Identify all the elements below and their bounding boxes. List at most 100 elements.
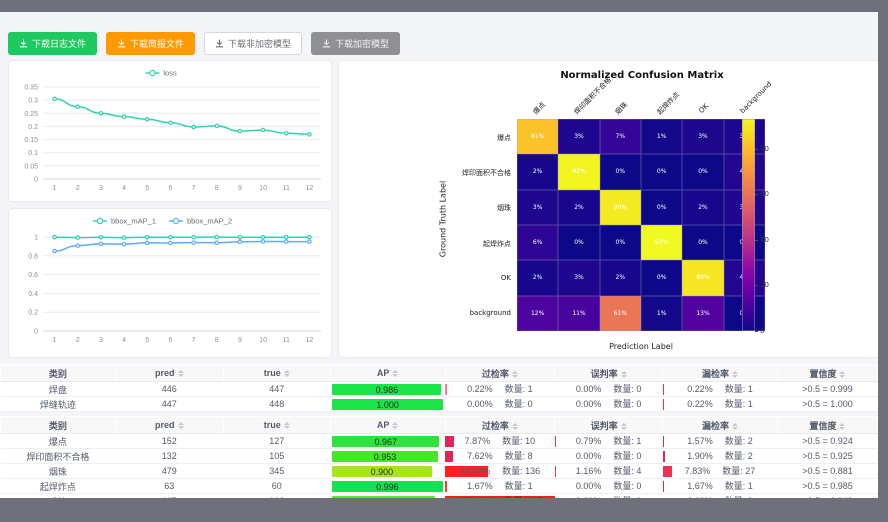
svg-text:12: 12 — [306, 185, 314, 192]
sort-icon[interactable] — [621, 423, 627, 430]
sort-icon[interactable] — [178, 370, 184, 377]
cell-overdetect-rate: 0.22%数量: 1 — [445, 382, 555, 397]
colorbar-tick — [755, 240, 758, 241]
ap-bar: 1.000 — [332, 399, 443, 410]
sort-icon[interactable] — [284, 370, 290, 377]
download-encrypted-model-button[interactable]: 下载加密模型 — [311, 32, 400, 55]
column-label: 漏检率 — [702, 421, 729, 431]
rate-count: 数量: 1 — [725, 397, 753, 411]
sort-icon[interactable] — [512, 371, 518, 378]
cell-misjudge-rate: 0.00%数量: 0 — [555, 479, 663, 494]
column-header-mis[interactable]: 误判率 — [555, 365, 663, 382]
rate-percent: 0.79% — [576, 434, 602, 448]
column-header-conf[interactable]: 置信度 — [777, 417, 877, 434]
cell-class: 起焊炸点 — [1, 479, 116, 494]
rate-count: 数量: 136 — [502, 464, 540, 478]
matrix-column-label: 起焊炸点 — [655, 90, 682, 117]
ap-value: 0.953 — [332, 452, 437, 462]
sort-icon[interactable] — [284, 422, 290, 429]
legend-item-loss[interactable]: loss — [145, 69, 177, 78]
sort-icon[interactable] — [732, 371, 738, 378]
svg-text:0.4: 0.4 — [28, 291, 38, 298]
sort-icon[interactable] — [621, 371, 627, 378]
legend-item-bbox_mAP_1[interactable]: bbox_mAP_1 — [93, 217, 156, 226]
svg-text:7: 7 — [192, 185, 196, 192]
cell-miss-rate: 0.00%数量: 0 — [663, 494, 778, 499]
sort-icon[interactable] — [512, 423, 518, 430]
download-icon — [215, 39, 224, 48]
bbox-map-line-chart: 00.20.40.60.81123456789101112bbox_mAP_1b… — [9, 209, 329, 355]
ap-value: 0.900 — [332, 467, 431, 477]
cell-true: 60 — [223, 479, 330, 494]
cell-confidence: >0.5 = 0.985 — [777, 479, 877, 494]
ap-value: 0.967 — [332, 437, 439, 447]
sort-icon[interactable] — [392, 422, 398, 429]
svg-text:1: 1 — [53, 337, 57, 344]
column-label: pred — [155, 420, 175, 430]
ap-value: 1.000 — [332, 400, 443, 410]
matrix-cell: 93% — [641, 225, 682, 260]
column-header-over[interactable]: 过检率 — [445, 417, 555, 434]
cell-pred: 152 — [115, 434, 223, 449]
svg-text:0.1: 0.1 — [28, 150, 38, 157]
cell-ap: 0.953 — [330, 449, 445, 464]
ap-value: 0.929 — [332, 497, 435, 498]
matrix-cell: 0% — [600, 154, 641, 189]
matrix-cell: 2% — [682, 190, 723, 225]
matrix-row-label: 烟珠 — [397, 203, 511, 213]
column-header-miss[interactable]: 漏检率 — [663, 417, 778, 434]
legend-item-bbox_mAP_2[interactable]: bbox_mAP_2 — [169, 217, 232, 226]
svg-text:9: 9 — [238, 337, 242, 344]
rate-count: 数量: 1 — [505, 479, 533, 493]
cell-overdetect-rate: 7.62%数量: 8 — [445, 449, 555, 464]
cell-overdetect-rate: 7.87%数量: 10 — [445, 434, 555, 449]
sort-icon[interactable] — [392, 370, 398, 377]
svg-text:0: 0 — [34, 177, 38, 184]
svg-text:loss: loss — [163, 69, 177, 78]
column-header-pred[interactable]: pred — [115, 417, 223, 434]
cell-class: OK — [1, 494, 116, 499]
matrix-cell: 3% — [517, 190, 558, 225]
ap-bar: 0.953 — [332, 451, 437, 462]
rate-percent: 39.42% — [460, 464, 491, 478]
download-log-button[interactable]: 下载日志文件 — [8, 32, 97, 55]
download-report-button[interactable]: 下载简报文件 — [106, 32, 195, 55]
sort-icon[interactable] — [839, 371, 845, 378]
cell-overdetect-rate: 39.42% 数量: 136 — [445, 464, 555, 479]
column-header-over[interactable]: 过检率 — [445, 365, 555, 382]
download-plain-model-button[interactable]: 下载非加密模型 — [204, 32, 302, 55]
cell-overdetect-rate: 117.00%数量: 117 — [445, 494, 555, 499]
cell-pred: 447 — [115, 397, 223, 412]
svg-text:6: 6 — [168, 185, 172, 192]
svg-text:5: 5 — [145, 185, 149, 192]
rate-percent: 0.00% — [467, 397, 493, 411]
sort-icon[interactable] — [732, 423, 738, 430]
matrix-cell: 3% — [558, 119, 599, 154]
rate-count: 数量: 2 — [725, 449, 753, 463]
matrix-cell: 1% — [641, 119, 682, 154]
matrix-cell: 3% — [558, 260, 599, 295]
column-header-mis[interactable]: 误判率 — [555, 417, 663, 434]
matrix-cell: 0% — [641, 190, 682, 225]
header-row: 类别predtrueAP过检率误判率漏检率置信度 — [1, 365, 878, 382]
svg-text:4: 4 — [122, 337, 126, 344]
matrix-x-axis-label: Prediction Label — [517, 342, 765, 351]
cell-confidence: >0.5 = 0.999 — [777, 382, 877, 397]
cell-ap: 0.929 — [330, 494, 445, 499]
cell-true: 105 — [223, 449, 330, 464]
svg-text:11: 11 — [283, 337, 290, 344]
column-header-ap[interactable]: AP — [330, 365, 445, 382]
column-header-ap[interactable]: AP — [330, 417, 445, 434]
column-header-true[interactable]: true — [223, 417, 330, 434]
rate-percent: 0.00% — [576, 397, 602, 411]
cell-ap: 0.900 — [330, 464, 445, 479]
cell-misjudge-rate: 0.00%数量: 0 — [555, 494, 663, 499]
column-header-pred[interactable]: pred — [115, 365, 223, 382]
rate-count: 数量: 27 — [722, 464, 755, 478]
column-header-miss[interactable]: 漏检率 — [663, 365, 778, 382]
sort-icon[interactable] — [178, 422, 184, 429]
sort-icon[interactable] — [839, 423, 845, 430]
column-label: 置信度 — [809, 369, 836, 379]
column-header-conf[interactable]: 置信度 — [777, 365, 877, 382]
column-header-true[interactable]: true — [223, 365, 330, 382]
